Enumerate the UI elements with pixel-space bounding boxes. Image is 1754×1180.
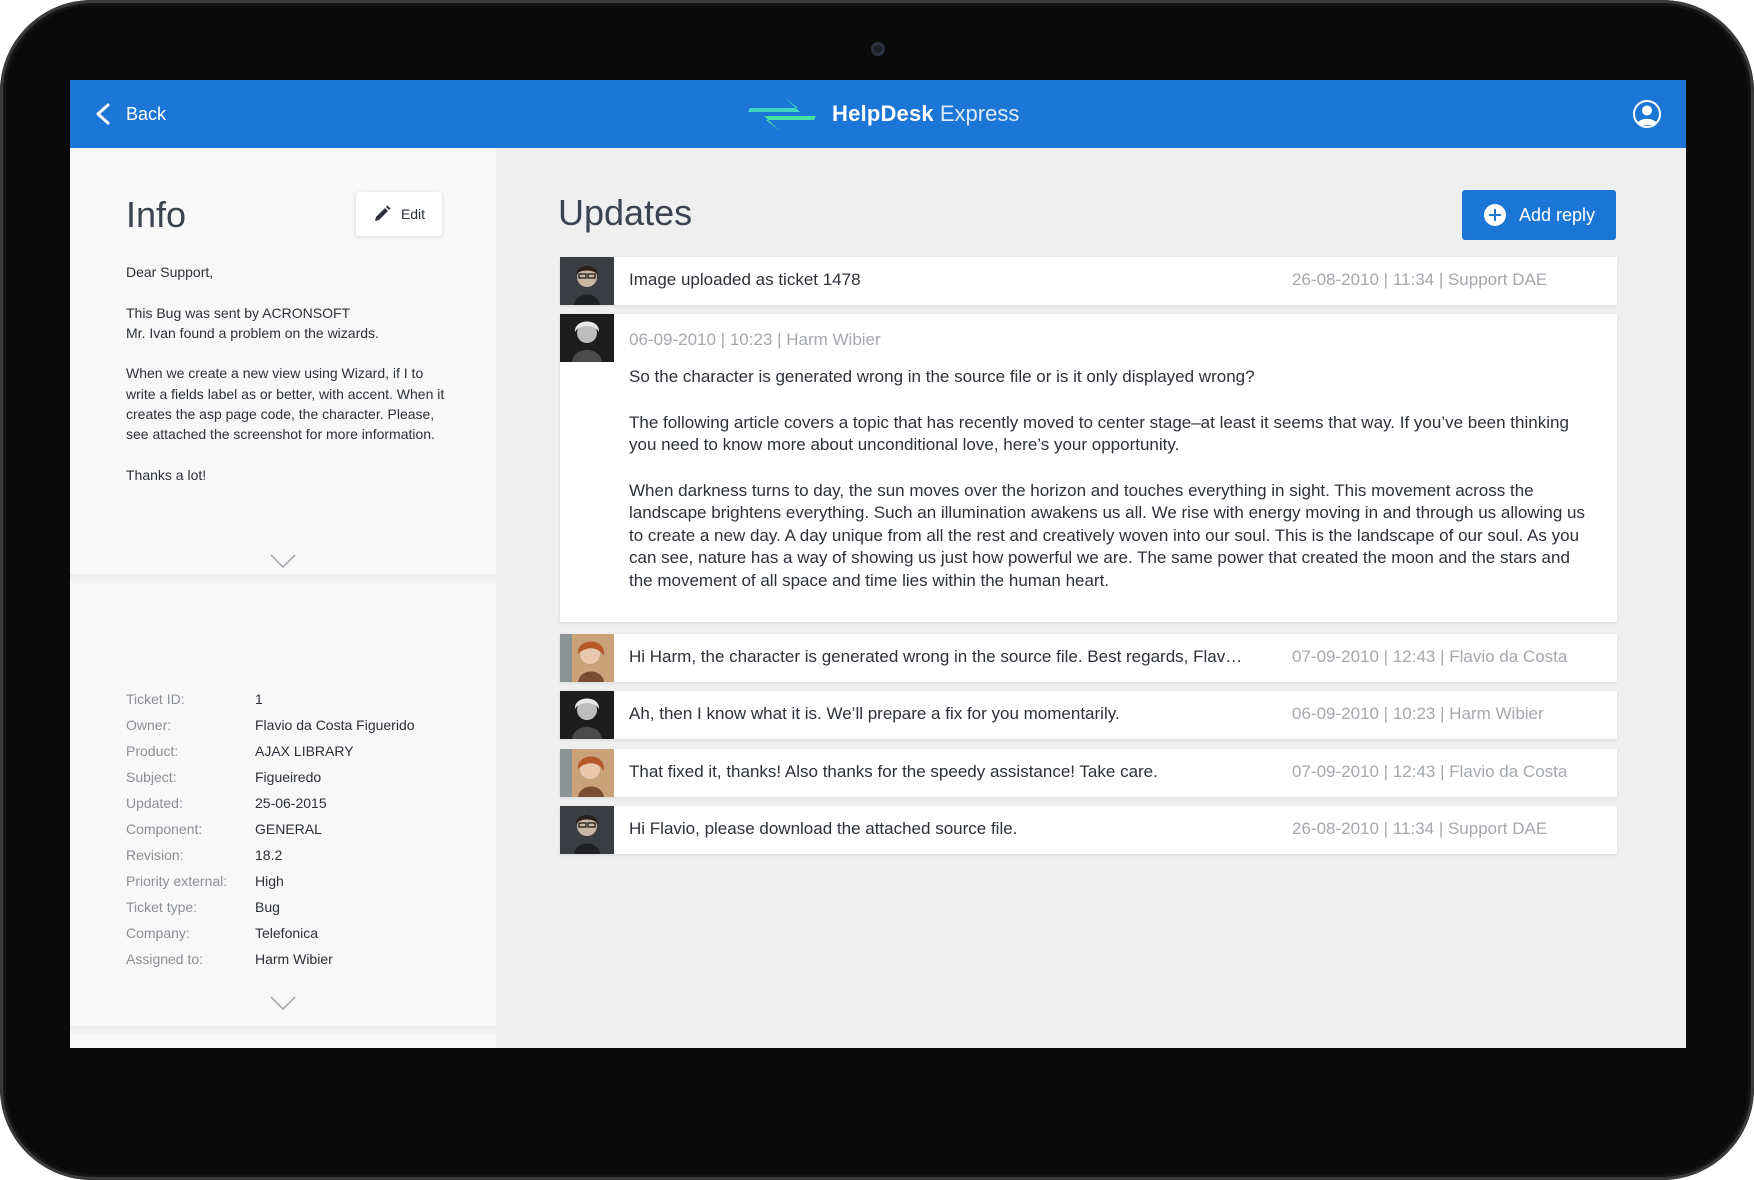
brand-name: HelpDesk — [832, 101, 934, 126]
detail-key: Product: — [126, 743, 179, 759]
chevron-left-icon — [96, 103, 110, 125]
detail-row: Ticket type: Bug — [126, 894, 476, 920]
update-paragraph: The following article covers a topic tha… — [629, 412, 1569, 455]
detail-row: Priority external: High — [126, 868, 476, 894]
user-profile-icon[interactable] — [1632, 99, 1662, 129]
update-item[interactable]: Hi Flavio, please download the attached … — [560, 806, 1617, 854]
detail-value: 1 — [255, 691, 263, 707]
info-title: Info — [126, 194, 187, 235]
detail-value: Harm Wibier — [255, 951, 333, 967]
info-card: Info Edit Dear Support, This Bug was sen… — [70, 148, 496, 576]
detail-row: Component: GENERAL — [126, 816, 476, 842]
avatar — [560, 634, 614, 682]
detail-value: Flavio da Costa Figuerido — [255, 717, 415, 733]
update-meta: 26-08-2010 | 11:34 | Support DAE — [1292, 270, 1548, 289]
avatar — [560, 257, 614, 305]
detail-key: Assigned to: — [126, 951, 204, 967]
update-paragraph: So the character is generated wrong in t… — [629, 367, 1255, 386]
update-item[interactable]: Ah, then I know what it is. We’ll prepar… — [560, 691, 1617, 739]
update-meta: 07-09-2010 | 12:43 | Flavio da Costa — [1292, 762, 1568, 781]
add-reply-button[interactable]: Add reply — [1462, 190, 1616, 240]
update-meta: 06-09-2010 | 10:23 | Harm Wibier — [629, 330, 881, 349]
avatar — [560, 314, 614, 362]
avatar — [560, 691, 614, 739]
detail-value: 25-06-2015 — [255, 795, 327, 811]
avatar — [560, 749, 614, 797]
plus-circle-icon — [1483, 204, 1506, 226]
detail-key: Company: — [126, 925, 190, 941]
detail-row: Owner: Flavio da Costa Figuerido — [126, 712, 476, 738]
info-description: Dear Support, This Bug was sent by ACRON… — [126, 262, 456, 506]
detail-key: Owner: — [126, 717, 172, 733]
update-message: Ah, then I know what it is. We’ll prepar… — [629, 704, 1120, 723]
detail-row: Product: AJAX LIBRARY — [126, 738, 476, 764]
update-message: Hi Harm, the character is generated wron… — [629, 647, 1243, 666]
chevron-down-icon[interactable] — [270, 554, 296, 568]
detail-key: Ticket ID: — [126, 691, 185, 707]
divider — [70, 1026, 496, 1034]
info-paragraph: Thanks a lot! — [126, 466, 207, 483]
detail-value: Figueiredo — [255, 769, 322, 785]
pencil-icon — [374, 205, 391, 221]
detail-row: Ticket ID: 1 — [126, 686, 476, 712]
tablet-frame: Back HelpDesk Express Info Edit Dear Sup… — [0, 0, 1754, 1180]
detail-row: Company: Telefonica — [126, 920, 476, 946]
detail-key: Priority external: — [126, 873, 228, 889]
detail-key: Subject: — [126, 769, 177, 785]
detail-key: Component: — [126, 821, 203, 837]
back-button[interactable]: Back — [94, 100, 166, 128]
brand-logo: HelpDesk Express — [748, 94, 1019, 134]
info-paragraph: This Bug was sent by ACRONSOFT Mr. Ivan … — [126, 304, 379, 341]
update-item[interactable]: That fixed it, thanks! Also thanks for t… — [560, 749, 1617, 797]
detail-value: AJAX LIBRARY — [255, 743, 354, 759]
detail-row: Subject: Figueiredo — [126, 764, 476, 790]
info-paragraph: When we create a new view using Wizard, … — [126, 365, 445, 443]
back-label: Back — [126, 103, 167, 124]
update-message: Image uploaded as ticket 1478 — [629, 270, 861, 289]
detail-row: Revision: 18.2 — [126, 842, 476, 868]
divider — [70, 574, 496, 582]
top-bar: Back HelpDesk Express — [70, 80, 1686, 148]
info-panel: Info Edit Dear Support, This Bug was sen… — [70, 148, 496, 1048]
update-item[interactable]: Hi Harm, the character is generated wron… — [560, 634, 1617, 682]
brand-sub: Express — [939, 101, 1020, 126]
update-message: Hi Flavio, please download the attached … — [629, 819, 1018, 838]
update-meta: 26-08-2010 | 11:34 | Support DAE — [1292, 819, 1548, 838]
detail-value: Bug — [255, 899, 280, 915]
helpdesk-logo-icon — [748, 97, 816, 131]
avatar — [560, 806, 614, 854]
edit-label: Edit — [400, 206, 426, 222]
add-reply-label: Add reply — [1518, 204, 1596, 225]
update-item-expanded[interactable]: 06-09-2010 | 10:23 | Harm Wibier So the … — [560, 314, 1617, 622]
detail-value: Telefonica — [255, 925, 319, 941]
update-body: So the character is generated wrong in t… — [629, 366, 1589, 615]
detail-key: Ticket type: — [126, 899, 198, 915]
update-message: That fixed it, thanks! Also thanks for t… — [629, 762, 1158, 781]
detail-value: 18.2 — [255, 847, 283, 863]
detail-key: Updated: — [126, 795, 183, 811]
update-paragraph: When darkness turns to day, the sun move… — [629, 480, 1586, 590]
detail-key: Revision: — [126, 847, 184, 863]
update-meta: 06-09-2010 | 10:23 | Harm Wibier — [1292, 704, 1544, 723]
info-paragraph: Dear Support, — [126, 264, 214, 280]
detail-row: Updated: 25-06-2015 — [126, 790, 476, 816]
updates-title: Updates — [558, 192, 693, 233]
camera-icon — [871, 42, 885, 56]
ticket-details: Ticket ID: 1 Owner: Flavio da Costa Figuer… — [126, 686, 476, 972]
update-meta: 07-09-2010 | 12:43 | Flavio da Costa — [1292, 647, 1568, 666]
chevron-down-icon[interactable] — [270, 996, 296, 1010]
edit-button[interactable]: Edit — [356, 192, 442, 236]
update-item[interactable]: Image uploaded as ticket 1478 26-08-2010… — [560, 257, 1617, 305]
app-screen: Back HelpDesk Express Info Edit Dear Sup… — [70, 80, 1686, 1048]
detail-row: Assigned to: Harm Wibier — [126, 946, 476, 972]
detail-value: High — [255, 873, 284, 889]
detail-value: GENERAL — [255, 821, 322, 837]
